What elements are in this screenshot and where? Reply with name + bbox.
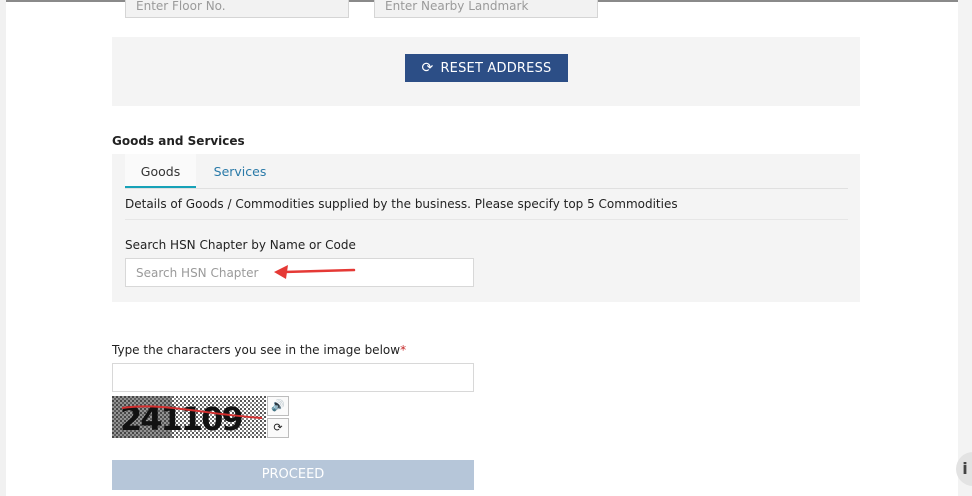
speaker-icon: 🔊 [271,399,285,412]
required-mark: * [400,343,407,357]
proceed-button[interactable]: PROCEED [112,460,474,490]
tab-services[interactable]: Services [204,154,276,188]
left-gutter [0,0,6,496]
goods-description: Details of Goods / Commodities supplied … [125,197,678,211]
captcha-label: Type the characters you see in the image… [112,343,406,357]
tab-divider [125,188,848,189]
right-gutter [958,0,972,496]
captcha-refresh-button[interactable]: ⟳ [267,418,289,438]
captcha-image: 241109 [112,396,266,438]
floor-input[interactable]: Enter Floor No. [125,0,349,18]
floor-placeholder: Enter Floor No. [136,0,226,13]
captcha-audio-button[interactable]: 🔊 [267,396,289,416]
description-divider [125,219,848,220]
hsn-search-label: Search HSN Chapter by Name or Code [125,238,356,252]
annotation-arrow-icon [274,265,356,279]
landmark-input[interactable]: Enter Nearby Landmark [374,0,598,18]
refresh-icon: ⟳ [273,421,283,434]
goods-services-title: Goods and Services [112,134,245,148]
reset-address-button[interactable]: ⟳ RESET ADDRESS [405,54,568,82]
refresh-icon: ⟳ [421,60,434,76]
landmark-placeholder: Enter Nearby Landmark [385,0,529,13]
reset-address-label: RESET ADDRESS [440,61,552,76]
captcha-label-text: Type the characters you see in the image… [112,343,401,357]
captcha-input[interactable] [112,363,474,392]
tab-goods[interactable]: Goods [125,154,196,188]
